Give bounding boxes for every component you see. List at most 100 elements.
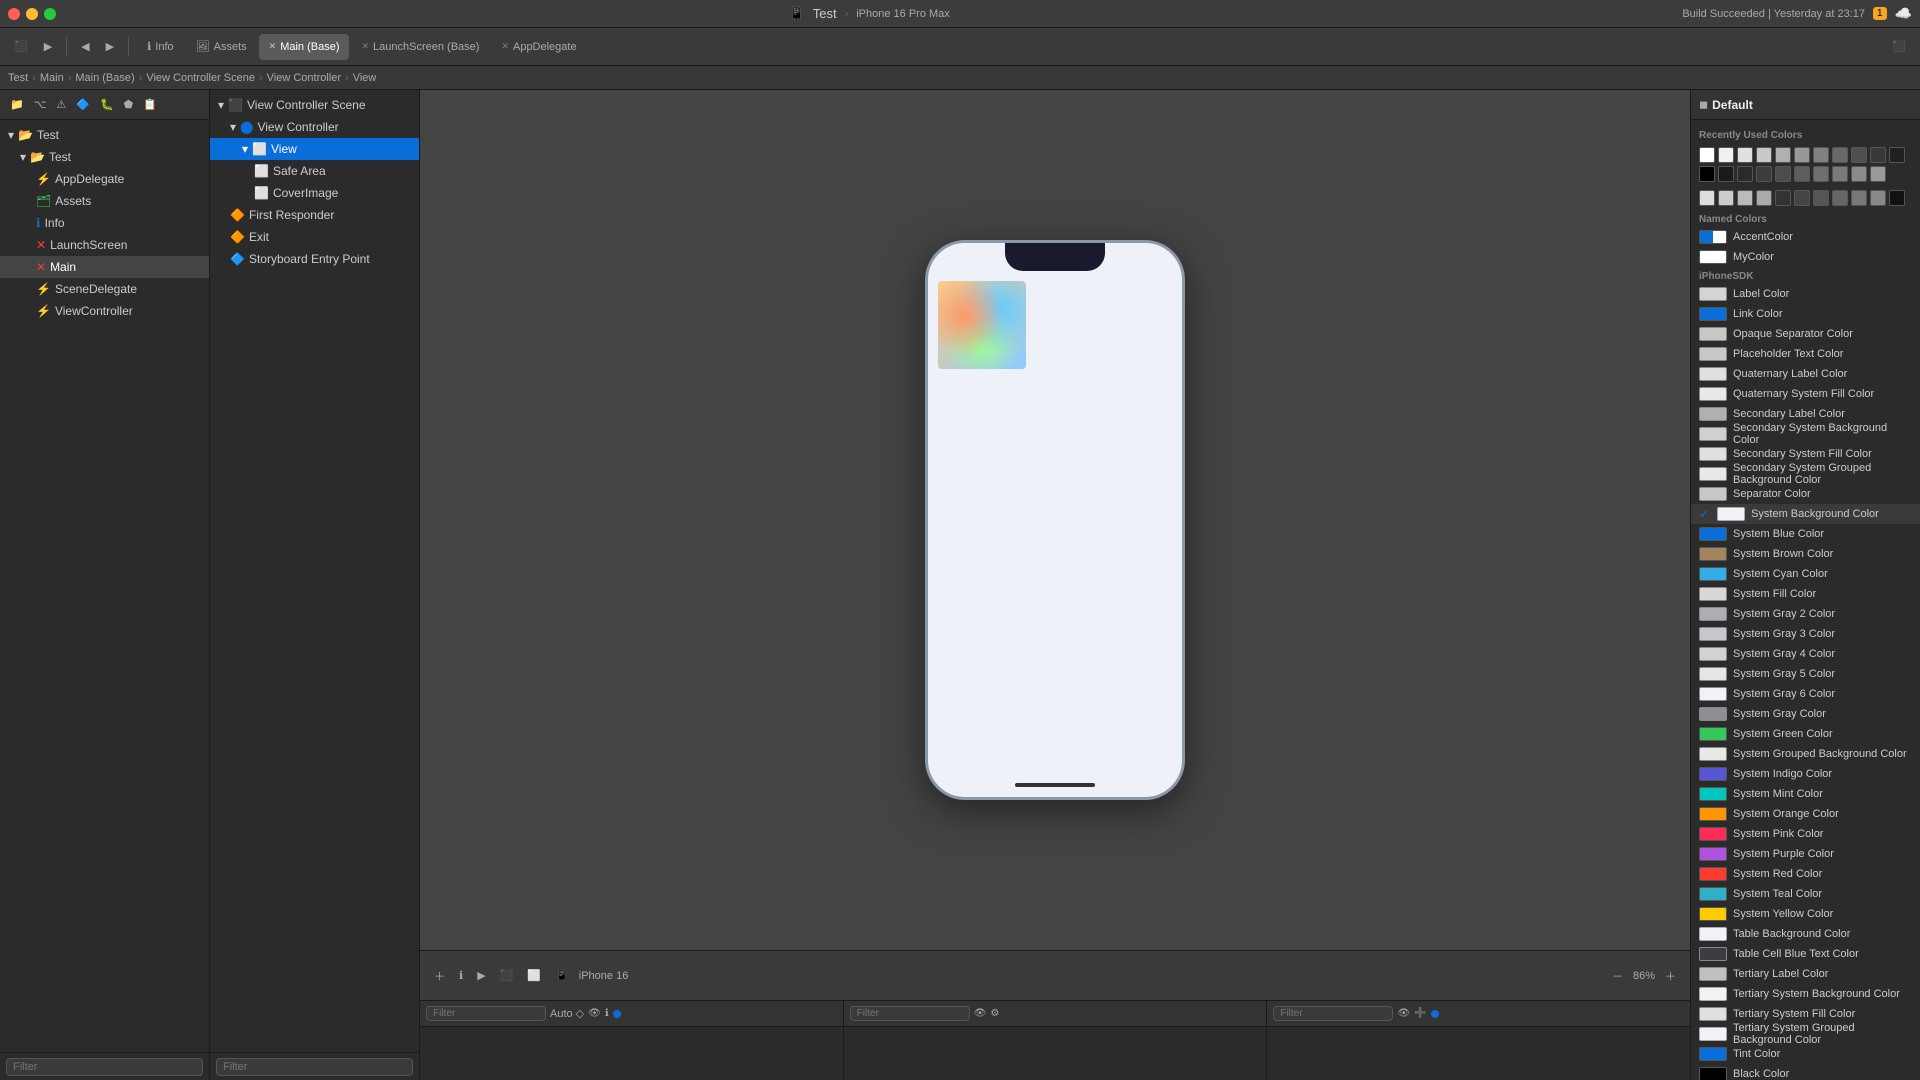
inspector-content[interactable]: Recently Used Colors xyxy=(1691,120,1920,1080)
color-system-gray2[interactable]: System Gray 2 Color xyxy=(1691,604,1920,624)
left-filter-input[interactable] xyxy=(426,1006,546,1021)
swatch-8[interactable] xyxy=(1851,147,1867,163)
color-link-color[interactable]: Link Color xyxy=(1691,304,1920,324)
bc-vc[interactable]: View Controller xyxy=(267,72,341,84)
color-quaternary-fill[interactable]: Quaternary System Fill Color xyxy=(1691,384,1920,404)
swatch-dark3[interactable] xyxy=(1756,166,1772,182)
color-system-gray4[interactable]: System Gray 4 Color xyxy=(1691,644,1920,664)
swatch-row2-6[interactable] xyxy=(1794,190,1810,206)
swatch-gray3[interactable] xyxy=(1870,166,1886,182)
nav-warning-icon[interactable]: ⚠ xyxy=(52,96,70,113)
canvas-stop-button[interactable]: ⬛ xyxy=(496,967,518,984)
nav-project-root[interactable]: ▾ 📂 Test xyxy=(0,124,209,146)
right-panel-btn2[interactable]: ➕ xyxy=(1414,1008,1426,1019)
color-system-purple[interactable]: System Purple Color xyxy=(1691,844,1920,864)
left-panel-btn2[interactable]: ℹ xyxy=(605,1008,609,1019)
swatch-1[interactable] xyxy=(1718,147,1734,163)
swatch-white[interactable] xyxy=(1699,147,1715,163)
swatch-row2-3[interactable] xyxy=(1737,190,1753,206)
tab-appdelegate[interactable]: ✕ AppDelegate xyxy=(491,34,586,60)
color-item-mycolor[interactable]: MyColor xyxy=(1691,247,1920,267)
swatch-row2-5[interactable] xyxy=(1775,190,1791,206)
right-filter-input[interactable] xyxy=(1273,1006,1393,1021)
nav-source-icon[interactable]: ⌥ xyxy=(30,96,51,113)
nav-item-assets[interactable]: 🗂 Assets xyxy=(0,190,209,212)
tab-assets[interactable]: 🖼 Assets xyxy=(186,34,257,60)
swatch-row2-11[interactable] xyxy=(1889,190,1905,206)
swatch-4[interactable] xyxy=(1775,147,1791,163)
swatch-dark6[interactable] xyxy=(1813,166,1829,182)
color-table-cell-blue[interactable]: Table Cell Blue Text Color xyxy=(1691,944,1920,964)
color-system-gray6[interactable]: System Gray 6 Color xyxy=(1691,684,1920,704)
swatch-9[interactable] xyxy=(1870,147,1886,163)
color-system-green[interactable]: System Green Color xyxy=(1691,724,1920,744)
nav-filter-input[interactable] xyxy=(6,1058,203,1076)
zoom-in-button[interactable]: ＋ xyxy=(1661,966,1680,986)
nav-report-icon[interactable]: 📋 xyxy=(139,96,161,113)
swatch-dark1[interactable] xyxy=(1718,166,1734,182)
color-system-blue[interactable]: System Blue Color xyxy=(1691,524,1920,544)
nav-item-viewcontroller[interactable]: ⚡ ViewController xyxy=(0,300,209,322)
outline-filter-input[interactable] xyxy=(216,1058,413,1076)
swatch-black[interactable] xyxy=(1699,166,1715,182)
color-system-red[interactable]: System Red Color xyxy=(1691,864,1920,884)
color-table-bg[interactable]: Table Background Color xyxy=(1691,924,1920,944)
play-button[interactable]: ▶ xyxy=(38,37,58,56)
color-tertiary-label[interactable]: Tertiary Label Color xyxy=(1691,964,1920,984)
nav-item-appdelegate[interactable]: ⚡ AppDelegate xyxy=(0,168,209,190)
swatch-row2-2[interactable] xyxy=(1718,190,1734,206)
canvas-info-button[interactable]: ℹ xyxy=(455,967,467,984)
nav-debug-icon[interactable]: 🐛 xyxy=(96,96,118,113)
swatch-7[interactable] xyxy=(1832,147,1848,163)
color-system-mint[interactable]: System Mint Color xyxy=(1691,784,1920,804)
color-system-gray3[interactable]: System Gray 3 Color xyxy=(1691,624,1920,644)
color-system-teal[interactable]: System Teal Color xyxy=(1691,884,1920,904)
outline-coverimage[interactable]: ⬜ CoverImage xyxy=(210,182,419,204)
outline-entry-point[interactable]: 🔷 Storyboard Entry Point xyxy=(210,248,419,270)
color-system-fill[interactable]: System Fill Color xyxy=(1691,584,1920,604)
color-label-color[interactable]: Label Color xyxy=(1691,284,1920,304)
nav-folder-icon[interactable]: 📁 xyxy=(6,96,28,113)
canvas-main[interactable]: → xyxy=(420,90,1690,950)
color-system-pink[interactable]: System Pink Color xyxy=(1691,824,1920,844)
nav-group-test[interactable]: ▾ 📂 Test xyxy=(0,146,209,168)
forward-button[interactable]: ▶ xyxy=(100,37,120,56)
back-button[interactable]: ◀ xyxy=(75,37,95,56)
nav-breakpoint-icon[interactable]: ⬟ xyxy=(120,96,138,113)
swatch-row2-4[interactable] xyxy=(1756,190,1772,206)
bc-view[interactable]: View xyxy=(353,72,377,84)
swatch-dark4[interactable] xyxy=(1775,166,1791,182)
swatch-6[interactable] xyxy=(1813,147,1829,163)
color-black[interactable]: Black Color xyxy=(1691,1064,1920,1080)
outline-exit[interactable]: 🔶 Exit xyxy=(210,226,419,248)
outline-vc-scene[interactable]: ▾ ⬛ View Controller Scene xyxy=(210,94,419,116)
nav-item-main[interactable]: ✕ Main xyxy=(0,256,209,278)
sidebar-toggle-button[interactable]: ⬛ xyxy=(8,37,34,56)
color-secondary-bg[interactable]: Secondary System Background Color xyxy=(1691,424,1920,444)
color-system-orange[interactable]: System Orange Color xyxy=(1691,804,1920,824)
tab-close-icon[interactable]: ✕ xyxy=(269,41,277,52)
color-tertiary-grouped-bg[interactable]: Tertiary System Grouped Background Color xyxy=(1691,1024,1920,1044)
color-quaternary-label[interactable]: Quaternary Label Color xyxy=(1691,364,1920,384)
swatch-row2-8[interactable] xyxy=(1832,190,1848,206)
color-placeholder-text[interactable]: Placeholder Text Color xyxy=(1691,344,1920,364)
color-system-yellow[interactable]: System Yellow Color xyxy=(1691,904,1920,924)
nav-item-info[interactable]: ℹ Info xyxy=(0,212,209,234)
swatch-5[interactable] xyxy=(1794,147,1810,163)
zoom-out-button[interactable]: － xyxy=(1608,966,1627,986)
color-item-accent[interactable]: AccentColor xyxy=(1691,227,1920,247)
color-separator[interactable]: Separator Color xyxy=(1691,484,1920,504)
color-tint[interactable]: Tint Color xyxy=(1691,1044,1920,1064)
swatch-row2-7[interactable] xyxy=(1813,190,1829,206)
tab-close-icon-2[interactable]: ✕ xyxy=(361,41,369,52)
color-secondary-fill[interactable]: Secondary System Fill Color xyxy=(1691,444,1920,464)
maximize-button[interactable] xyxy=(44,8,56,20)
mid-filter-input[interactable] xyxy=(850,1006,970,1021)
swatch-10[interactable] xyxy=(1889,147,1905,163)
color-system-gray[interactable]: System Gray Color xyxy=(1691,704,1920,724)
left-panel-btn1[interactable]: 👁 xyxy=(588,1008,601,1019)
canvas-layout-button[interactable]: ⬜ xyxy=(523,967,545,984)
color-system-gray5[interactable]: System Gray 5 Color xyxy=(1691,664,1920,684)
outline-safearea[interactable]: ⬜ Safe Area xyxy=(210,160,419,182)
minimize-button[interactable] xyxy=(26,8,38,20)
